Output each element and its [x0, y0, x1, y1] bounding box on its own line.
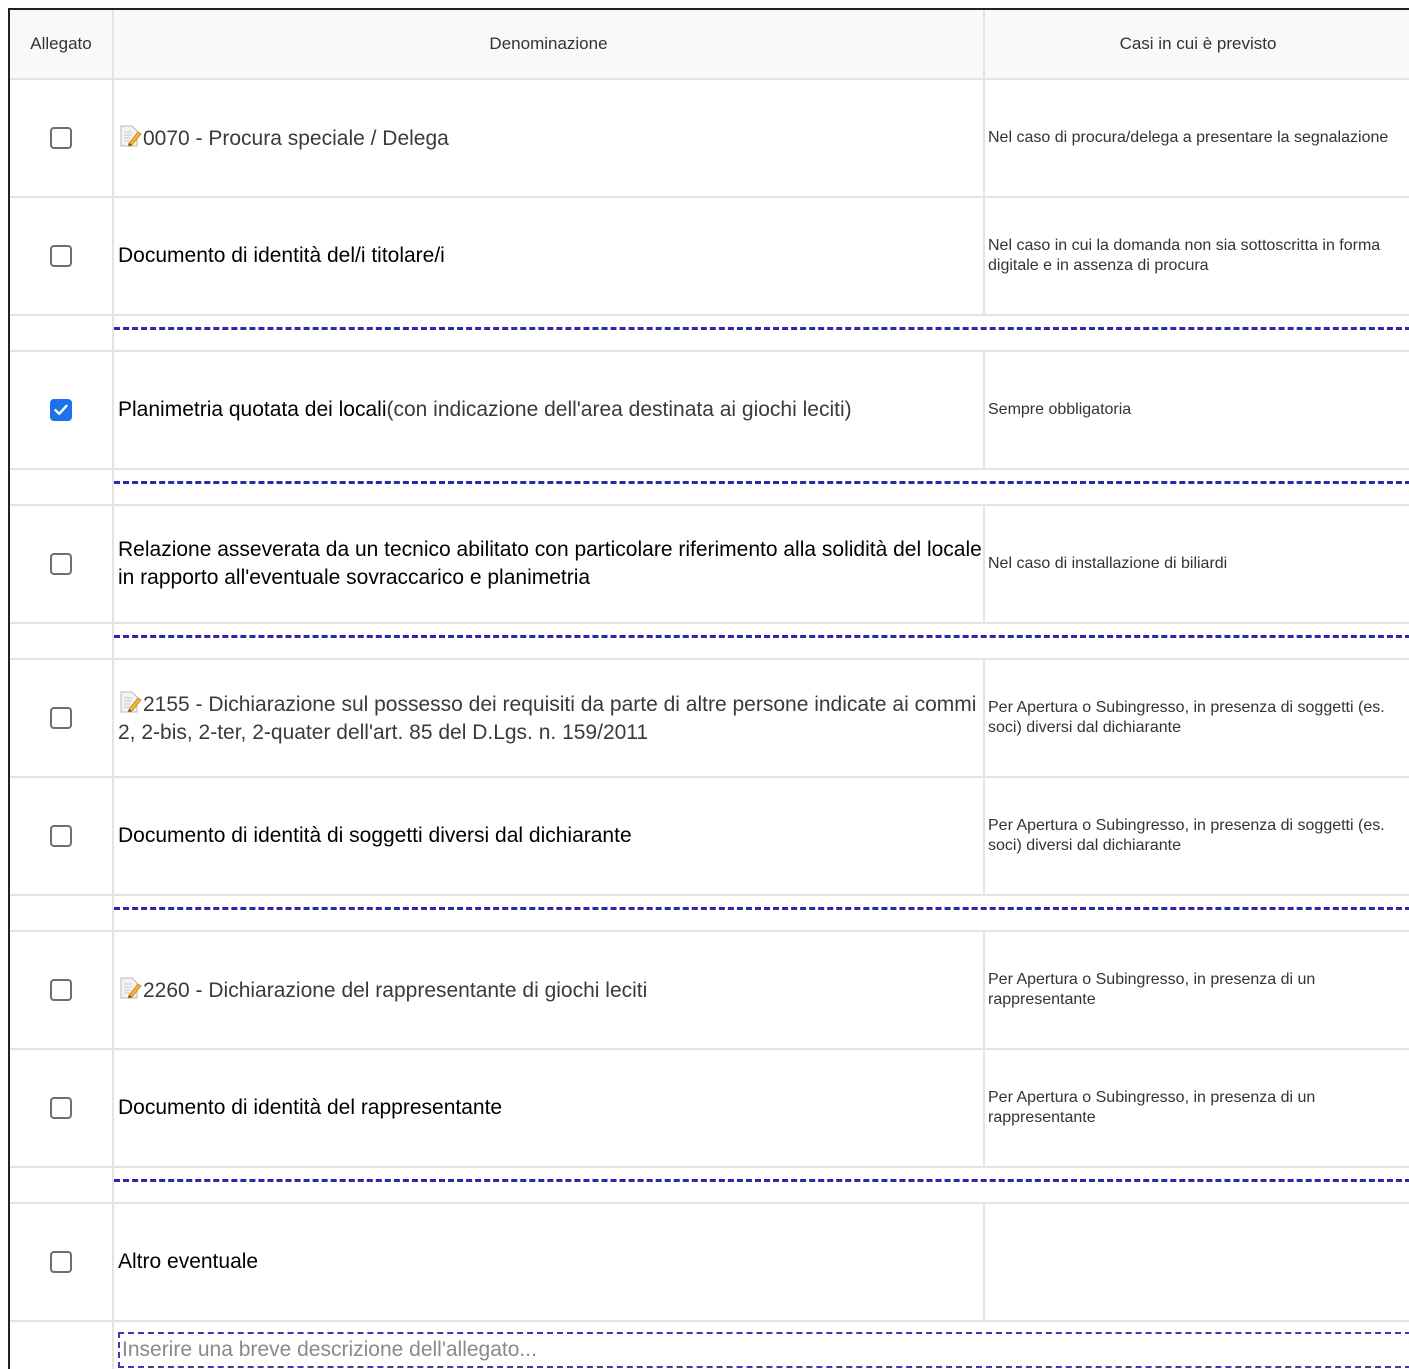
- case-text: Per Apertura o Subingresso, in presenza …: [988, 817, 1385, 854]
- table-header: Allegato Denominazione Casi in cui è pre…: [10, 10, 1409, 80]
- table-row: 2260 - Dichiarazione del rappresentante …: [10, 932, 1409, 1050]
- table-row: Relazione asseverata da un tecnico abili…: [10, 506, 1409, 624]
- attachment-name: Documento di identità di soggetti divers…: [118, 824, 632, 847]
- document-edit-icon: [120, 125, 142, 147]
- attachment-checkbox[interactable]: [50, 553, 72, 575]
- document-edit-icon: [120, 691, 142, 713]
- form-code-link[interactable]: 0070 - Procura speciale / Delega: [143, 127, 449, 150]
- attachment-name: Documento di identità del/i titolare/i: [118, 244, 445, 267]
- group-separator: [10, 470, 1409, 506]
- case-text: Per Apertura o Subingresso, in presenza …: [988, 1089, 1316, 1126]
- table-row: Documento di identità del rappresentante…: [10, 1050, 1409, 1168]
- description-row: [10, 1322, 1409, 1369]
- attachment-checkbox[interactable]: [50, 825, 72, 847]
- header-denominazione: Denominazione: [114, 10, 985, 78]
- case-text: Nel caso in cui la domanda non sia sotto…: [988, 237, 1381, 274]
- header-casi: Casi in cui è previsto: [1119, 34, 1277, 53]
- table-row: 0070 - Procura speciale / Delega Nel cas…: [10, 80, 1409, 198]
- table-row: Documento di identità del/i titolare/i N…: [10, 198, 1409, 316]
- attachment-note: (con indicazione dell'area destinata ai …: [386, 398, 852, 421]
- case-text: Sempre obbligatoria: [988, 401, 1132, 418]
- case-text: Per Apertura o Subingresso, in presenza …: [988, 971, 1316, 1008]
- header-allegato: Allegato: [10, 10, 114, 78]
- group-separator: [10, 624, 1409, 660]
- table-row: Documento di identità di soggetti divers…: [10, 778, 1409, 896]
- attachment-checkbox[interactable]: [50, 707, 72, 729]
- table-row: Planimetria quotata dei locali(con indic…: [10, 352, 1409, 470]
- group-separator: [10, 896, 1409, 932]
- attachment-checkbox[interactable]: [50, 245, 72, 267]
- attachment-checkbox[interactable]: [50, 127, 72, 149]
- attachment-name: Planimetria quotata dei locali: [118, 398, 387, 421]
- attachments-table: Allegato Denominazione Casi in cui è pre…: [8, 8, 1409, 1369]
- attachment-name: Relazione asseverata da un tecnico abili…: [118, 538, 982, 589]
- table-row: 2155 - Dichiarazione sul possesso dei re…: [10, 660, 1409, 778]
- table-row: Altro eventuale: [10, 1204, 1409, 1322]
- attachment-name: Documento di identità del rappresentante: [118, 1096, 503, 1119]
- group-separator: [10, 316, 1409, 352]
- document-edit-icon: [120, 977, 142, 999]
- attachment-checkbox[interactable]: [50, 399, 72, 421]
- form-code-link[interactable]: 2260 - Dichiarazione del rappresentante …: [143, 979, 647, 1002]
- case-text: Nel caso di procura/delega a presentare …: [988, 129, 1389, 146]
- attachment-checkbox[interactable]: [50, 1097, 72, 1119]
- attachment-description-input[interactable]: [118, 1332, 1409, 1368]
- case-text: Nel caso di installazione di biliardi: [988, 555, 1228, 572]
- attachment-name: Altro eventuale: [118, 1250, 259, 1273]
- group-separator: [10, 1168, 1409, 1204]
- case-text: Per Apertura o Subingresso, in presenza …: [988, 699, 1385, 736]
- attachment-checkbox[interactable]: [50, 1251, 72, 1273]
- form-code-link[interactable]: 2155 - Dichiarazione sul possesso dei re…: [118, 693, 976, 744]
- attachment-checkbox[interactable]: [50, 979, 72, 1001]
